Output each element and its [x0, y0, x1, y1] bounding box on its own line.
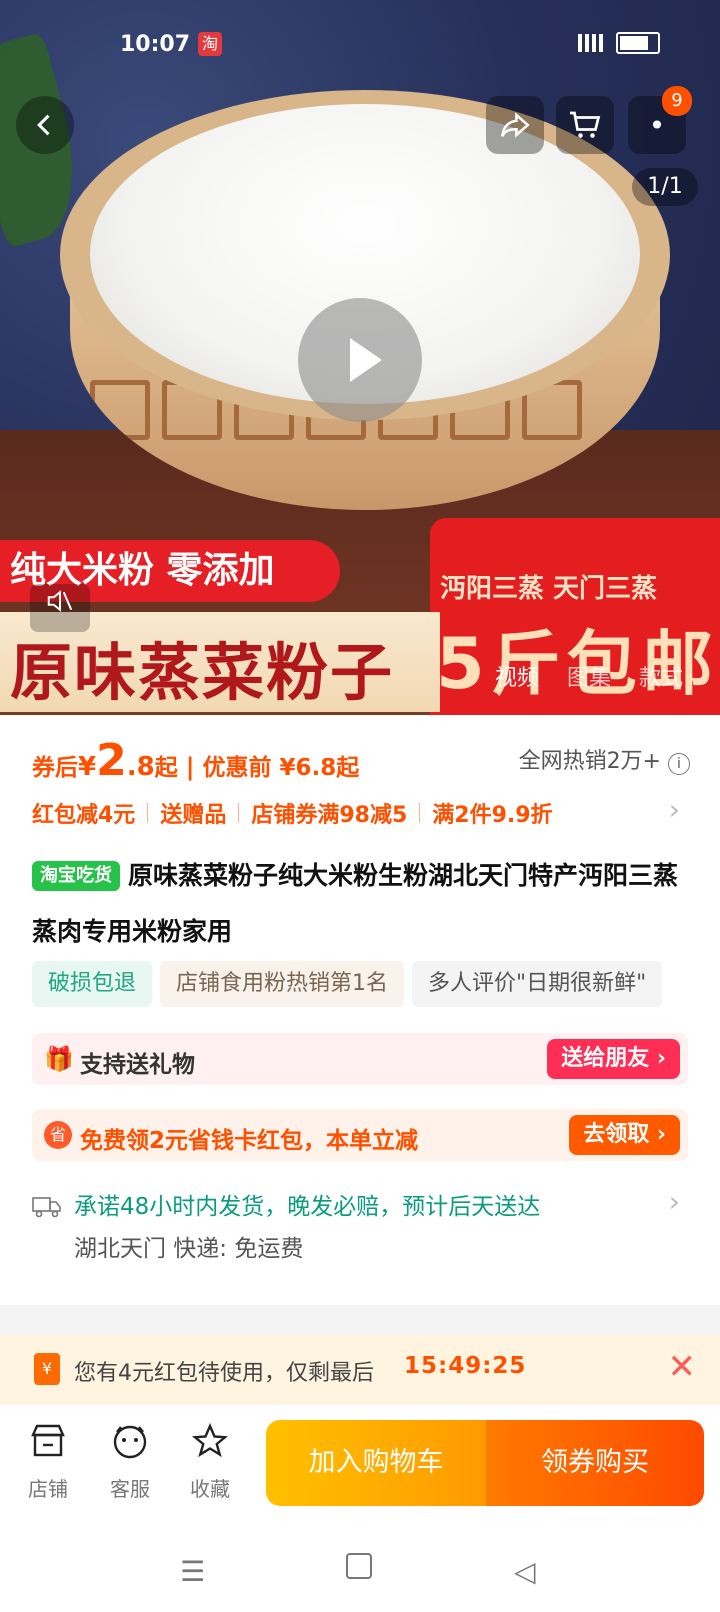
original-price: 优惠前 ¥6.8起	[202, 755, 360, 781]
promo-item: 红包减4元	[32, 803, 136, 828]
coupon-label: 免费领2元省钱卡红包，本单立减	[80, 1128, 419, 1154]
chip-damage-refund[interactable]: 破损包退	[32, 961, 153, 1007]
back-triangle-icon[interactable]: ◁	[514, 1555, 536, 1588]
promo-divider	[147, 803, 149, 823]
gift-bar[interactable]: 🎁 支持送礼物 送给朋友 ›	[32, 1033, 688, 1085]
product-title: 淘宝吃货 原味蒸菜粉子纯大米粉生粉湖北天门特产沔阳三蒸蒸肉专用米粉家用	[32, 848, 692, 960]
delivery-truck-icon	[32, 1193, 62, 1226]
price-suffix: 起	[154, 755, 178, 781]
message-count-badge: 9	[662, 86, 692, 116]
banner-subtitle: 沔阳三蒸 天门三蒸	[440, 574, 658, 604]
feature-chips: 破损包退 店铺食用粉热销第1名 多人评价"日期很新鲜"	[32, 961, 663, 1007]
store-button[interactable]: 店铺	[16, 1423, 80, 1502]
chevron-right-icon[interactable]: ›	[669, 793, 680, 826]
chevron-right-icon[interactable]: ›	[669, 1185, 680, 1218]
media-tabs: 视频 图集 款式	[495, 660, 683, 692]
shipping-promise[interactable]: 承诺48小时内发货，晚发必赔，预计后天送达	[74, 1187, 540, 1221]
sales-text: 全网热销2万+	[518, 749, 661, 774]
claim-coupon-button[interactable]: 去领取 ›	[569, 1115, 680, 1155]
system-nav-bar: ☰ ◁	[0, 1525, 720, 1612]
chip-store-ranking[interactable]: 店铺食用粉热销第1名	[160, 961, 405, 1007]
favorite-label: 收藏	[190, 1477, 230, 1501]
bottom-action-bar: 店铺 客服 收藏 加入购物车 领券购买	[0, 1405, 720, 1525]
add-to-cart-button[interactable]: 加入购物车	[266, 1420, 486, 1506]
countdown-timer: 15:49:25	[404, 1353, 527, 1379]
product-title-text: 原味蒸菜粉子纯大米粉生粉湖北天门特产沔阳三蒸蒸肉专用米粉家用	[32, 861, 679, 946]
price-currency: ¥	[78, 752, 97, 782]
taobao-foodie-tag: 淘宝吃货	[32, 861, 120, 891]
cart-button[interactable]	[556, 96, 614, 154]
info-icon: i	[668, 753, 690, 775]
promo-row[interactable]: 红包减4元 送赠品 店铺券满98减5 满2件9.9折	[32, 797, 553, 829]
battery-icon	[616, 32, 660, 54]
share-icon	[500, 112, 530, 138]
save-money-icon: 省	[44, 1121, 72, 1149]
gift-label: 支持送礼物	[80, 1052, 195, 1078]
red-packet-icon: ¥	[34, 1353, 60, 1385]
share-button[interactable]	[486, 96, 544, 154]
price-row: 券后 ¥ 2 .8 起 | 优惠前 ¥6.8起	[32, 735, 359, 786]
product-info-card: 券后 ¥ 2 .8 起 | 优惠前 ¥6.8起 全网热销2万+ i 红包减4元 …	[0, 715, 720, 1305]
mute-speaker-icon	[47, 590, 73, 612]
star-icon	[178, 1422, 242, 1465]
coupon-bar[interactable]: 省 免费领2元省钱卡红包，本单立减 去领取 ›	[32, 1109, 688, 1161]
customer-service-icon	[98, 1423, 162, 1465]
price-amount: 2	[96, 735, 127, 786]
play-video-button[interactable]	[298, 298, 422, 422]
price-separator: |	[185, 753, 195, 781]
shipping-origin: 湖北天门 快递: 免运费	[74, 1236, 304, 1262]
tab-video[interactable]: 视频	[495, 660, 539, 692]
back-arrow-icon	[37, 114, 50, 136]
banner-free-shipping: 5斤包邮	[436, 623, 719, 705]
promo-item: 送赠品	[160, 803, 227, 828]
sales-count[interactable]: 全网热销2万+ i	[519, 743, 690, 775]
favorite-button[interactable]: 收藏	[178, 1422, 242, 1502]
promo-item: 店铺券满98减5	[251, 803, 408, 828]
promo-divider	[238, 803, 240, 823]
customer-service-label: 客服	[110, 1477, 150, 1501]
mute-button[interactable]	[30, 584, 90, 632]
promo-item: 满2件9.9折	[432, 803, 553, 828]
back-button[interactable]	[16, 96, 74, 154]
menu-icon[interactable]: ☰	[180, 1555, 205, 1588]
coupon-buy-button[interactable]: 领券购买	[486, 1420, 704, 1506]
cart-icon	[570, 111, 601, 138]
tab-gallery[interactable]: 图集	[567, 660, 611, 692]
price-prefix: 券后	[32, 755, 78, 781]
price-decimal: .8	[126, 752, 155, 782]
image-page-indicator: 1/1	[632, 168, 698, 206]
send-to-friend-button[interactable]: 送给朋友 ›	[547, 1039, 680, 1079]
tab-styles[interactable]: 款式	[639, 660, 683, 692]
notice-text: 您有4元红包待使用，仅剩最后	[74, 1361, 374, 1386]
banner-main-title: 原味蒸菜粉子	[10, 636, 395, 709]
store-icon	[16, 1423, 80, 1465]
promo-divider	[419, 803, 421, 823]
taobao-app-icon: 淘	[198, 32, 222, 56]
product-hero-image[interactable]: 10:07 淘 • 9 1/1 沔阳三蒸 天门三蒸 5斤包邮 纯大米粉 零添加 …	[0, 0, 720, 715]
home-icon[interactable]	[346, 1553, 372, 1579]
store-label: 店铺	[28, 1477, 68, 1501]
more-dots-icon: •	[648, 108, 666, 142]
status-bar: 10:07 淘	[0, 28, 720, 68]
close-icon[interactable]: ✕	[668, 1347, 697, 1387]
more-button[interactable]: • 9	[628, 86, 692, 154]
signal-icon	[578, 34, 606, 52]
chip-review-highlight[interactable]: 多人评价"日期很新鲜"	[412, 961, 663, 1007]
status-time: 10:07	[120, 32, 191, 57]
status-right	[578, 32, 660, 54]
gift-icon: 🎁	[44, 1045, 74, 1073]
red-packet-notice[interactable]: ¥ 您有4元红包待使用，仅剩最后 15:49:25 ✕	[0, 1335, 720, 1405]
customer-service-button[interactable]: 客服	[98, 1423, 162, 1502]
